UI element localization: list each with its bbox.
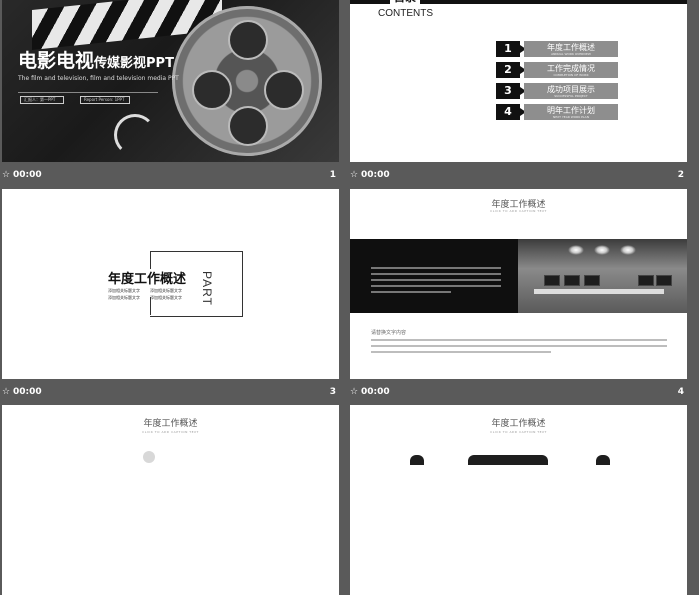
monitor-graphic: [656, 275, 672, 286]
decorative-shape: [596, 455, 610, 465]
part-label: PART: [200, 271, 214, 306]
item-number: 4: [496, 104, 526, 120]
reporter-tag: 汇报人：第一PPT: [20, 96, 64, 104]
slide-caption: CLICK TO ADD CAPTION TEXT: [490, 430, 547, 434]
slide-caption: CLICK TO ADD CAPTION TEXT: [142, 430, 199, 434]
monitor-graphic: [584, 275, 600, 286]
decorative-shape: [410, 455, 424, 465]
item-number: 1: [496, 41, 526, 57]
reporter-tag-en: Report Person: 1PPT: [80, 96, 130, 104]
text-line: [371, 345, 667, 347]
decorative-shape: [143, 451, 155, 463]
slide-footer-3: ☆ 00:00 3: [2, 383, 339, 403]
section-title: 年度工作概述: [108, 272, 187, 287]
slide-thumbnail-5[interactable]: 年度工作概述 CLICK TO ADD CAPTION TEXT: [2, 405, 339, 595]
item-number: 3: [496, 83, 526, 99]
slide-timing: 00:00: [13, 387, 42, 397]
desk-graphic: [534, 289, 664, 294]
item-caption: COMPLETION OF WORK: [553, 73, 589, 77]
slide-heading: 年度工作概述: [491, 419, 546, 429]
slide-caption: CLICK TO ADD CAPTION TEXT: [490, 209, 547, 213]
title-main: 电影电视: [18, 50, 95, 72]
bullet-text: 添加相关标题文字: [150, 288, 182, 293]
contents-item: 2 工作完成情况 COMPLETION OF WORK: [496, 62, 618, 78]
reel-hole: [228, 20, 268, 60]
arc-decoration: [114, 114, 156, 156]
item-number: 2: [496, 62, 526, 78]
item-caption: ANNUAL WORK OVERVIEW: [551, 52, 591, 56]
star-icon[interactable]: ☆: [2, 387, 10, 397]
contents-item: 3 成功项目展示 SUCCESSFUL PROJECT: [496, 83, 618, 99]
monitor-graphic: [544, 275, 560, 286]
contents-item: 4 明年工作计划 NEXT YEAR WORK PLAN: [496, 104, 618, 120]
decorative-shape: [468, 455, 548, 465]
slide-number: 3: [329, 387, 336, 397]
star-icon[interactable]: ☆: [350, 170, 358, 180]
monitor-graphic: [564, 275, 580, 286]
bullet-text: 添加相关标题文字: [150, 295, 182, 300]
slide-thumbnail-4[interactable]: 年度工作概述 CLICK TO ADD CAPTION TEXT 请替换文字内容: [350, 189, 687, 379]
bullet-text: 添加相关标题文字: [108, 295, 140, 300]
text-line: [371, 339, 667, 341]
slide-heading: 年度工作概述: [143, 419, 198, 429]
divider: [18, 92, 158, 93]
slide-number: 1: [329, 170, 336, 180]
star-icon[interactable]: ☆: [2, 170, 10, 180]
contents-heading: 目录: [390, 0, 420, 4]
frame-edge: [150, 251, 151, 269]
item-caption: SUCCESSFUL PROJECT: [554, 94, 588, 98]
slide-thumbnail-2[interactable]: 目录 CONTENTS 1 年度工作概述 ANNUAL WORK OVERVIE…: [350, 0, 687, 162]
bullet-text: 添加相关标题文字: [108, 288, 140, 293]
slide-title: 电影电视传媒影视PPT: [18, 46, 174, 73]
slide-timing: 00:00: [361, 387, 390, 397]
contents-label: CONTENTS: [378, 8, 433, 19]
film-reel-graphic: [172, 6, 322, 156]
body-heading: 请替换文字内容: [371, 330, 407, 336]
slide-footer-2: ☆ 00:00 2: [350, 166, 687, 186]
slide-footer-4: ☆ 00:00 4: [350, 383, 687, 403]
slide-footer-1: ☆ 00:00 1: [2, 166, 339, 186]
lamp-graphic: [620, 245, 636, 255]
text-line: [371, 285, 501, 287]
text-line: [371, 279, 501, 281]
slide-thumbnail-1[interactable]: 电影电视传媒影视PPT The film and television, fil…: [2, 0, 339, 162]
item-caption: NEXT YEAR WORK PLAN: [553, 115, 589, 119]
text-line: [371, 267, 501, 269]
reel-hole: [192, 70, 232, 110]
title-sub: 传媒影视PPT: [94, 56, 174, 71]
slide-number: 4: [677, 387, 684, 397]
lamp-graphic: [568, 245, 584, 255]
slide-timing: 00:00: [361, 170, 390, 180]
slide-timing: 00:00: [13, 170, 42, 180]
slide-thumbnail-3[interactable]: PART 年度工作概述 添加相关标题文字 添加相关标题文字 添加相关标题文字 添…: [2, 189, 339, 379]
slide-number: 2: [677, 170, 684, 180]
reel-hole: [228, 106, 268, 146]
lamp-graphic: [594, 245, 610, 255]
monitor-graphic: [638, 275, 654, 286]
reel-hole: [264, 70, 304, 110]
slide-subtitle: The film and television, film and televi…: [18, 75, 179, 82]
text-line: [371, 273, 501, 275]
text-line: [371, 351, 551, 353]
star-icon[interactable]: ☆: [350, 387, 358, 397]
contents-item: 1 年度工作概述 ANNUAL WORK OVERVIEW: [496, 41, 618, 57]
text-line: [371, 291, 451, 293]
slide-thumbnail-6[interactable]: 年度工作概述 CLICK TO ADD CAPTION TEXT: [350, 405, 687, 595]
